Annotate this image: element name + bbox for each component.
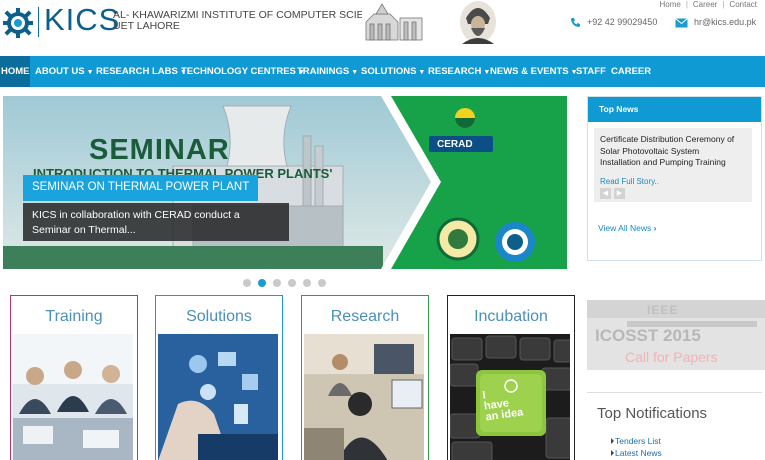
news-title-line3: Installation and Pumping Training (600, 157, 726, 167)
nav-research[interactable]: RESEARCH ▼ (428, 56, 490, 87)
news-item: Certificate Distribution Ceremony of Sol… (594, 128, 752, 202)
arrow-right-icon: ▶ (616, 190, 623, 197)
news-title-line1: Certificate Distribution Ceremony of (600, 134, 735, 144)
research-photo (304, 334, 424, 460)
phone-contact: +92 42 99029450 (570, 17, 657, 28)
solutions-card-image (158, 334, 278, 460)
nav-about-us[interactable]: ABOUT US ▼ (35, 56, 94, 87)
incubation-card[interactable]: Incubation I have an idea (447, 295, 575, 460)
research-card[interactable]: Research (301, 295, 429, 460)
banner-heading: SEMINAR (89, 134, 230, 166)
institute-name: AL- KHAWARIZMI INSTITUTE OF COMPUTER SCI… (113, 10, 386, 32)
chevron-down-icon: ▼ (86, 69, 94, 76)
research-card-title: Research (330, 308, 400, 325)
top-news-panel: Top News Certificate Distribution Ceremo… (587, 96, 762, 261)
tenders-list-link[interactable]: Tenders List (611, 436, 661, 446)
logo-divider (38, 7, 39, 37)
caption-text-line2: Seminar on Thermal... (32, 224, 136, 236)
top-notifications-heading: Top Notifications (597, 405, 708, 422)
nav-home-label: HOME (1, 66, 30, 77)
slider-dot[interactable] (318, 279, 326, 287)
incubation-card-title: Incubation (474, 308, 548, 325)
icosst-banner[interactable]: IEEE ICOSST 2015 Call for Papers (587, 300, 765, 370)
utility-links: Home | Career | Contact (659, 0, 757, 9)
phone-icon (570, 18, 580, 28)
nav-research-labs-label: RESEARCH LABS (96, 66, 178, 77)
nav-solutions-label: SOLUTIONS (361, 66, 417, 77)
incubation-card-image: I have an idea (450, 334, 570, 460)
arrow-left-icon: ◀ (602, 190, 609, 197)
site-logo-text[interactable]: KICS (44, 2, 120, 38)
view-all-news-label: View All News (598, 223, 652, 233)
top-news-heading: Top News (588, 97, 761, 122)
envelope-icon (675, 17, 688, 28)
icosst-event-title: ICOSST 2015 (595, 326, 701, 345)
email-address[interactable]: hr@kics.edu.pk (694, 17, 756, 27)
nav-technology-centres[interactable]: TECHNOLOGY CENTRES ▼ (181, 56, 305, 87)
chevron-right-icon: › (653, 223, 657, 233)
solutions-card-title: Solutions (186, 308, 252, 325)
research-card-image (304, 334, 424, 460)
caption-text-line1: KICS in collaboration with CERAD conduct… (32, 209, 240, 221)
utility-link-contact[interactable]: Contact (729, 0, 757, 9)
latest-news-link[interactable]: Latest News (611, 448, 662, 458)
site-header: KICS AL- KHAWARIZMI INSTITUTE OF COMPUTE… (0, 0, 765, 56)
top-notifications-panel: Top Notifications Tenders List Latest Ne… (587, 392, 762, 460)
slider-dot[interactable] (303, 279, 311, 287)
main-navigation: HOME ABOUT US ▼ RESEARCH LABS ▼ TECHNOLOGY… (0, 56, 765, 87)
utility-link-home[interactable]: Home (659, 0, 680, 9)
caption-title-box: SEMINAR ON THERMAL POWER PLANT (23, 175, 258, 201)
partner-logo-text: CERAD (437, 139, 473, 150)
training-card[interactable]: Training (10, 295, 138, 460)
nav-career[interactable]: CAREER (611, 56, 651, 87)
nav-career-label: CAREER (611, 66, 652, 77)
slider-dot[interactable] (243, 279, 251, 287)
nav-about-us-label: ABOUT US (35, 66, 85, 77)
nav-research-label: RESEARCH (428, 66, 482, 77)
slider-dot[interactable] (288, 279, 296, 287)
institute-name-line2: UET LAHORE (113, 20, 180, 32)
nav-solutions[interactable]: SOLUTIONS ▼ (361, 56, 425, 87)
next-news-button[interactable]: ▶ (614, 188, 625, 199)
slider-dot[interactable] (273, 279, 281, 287)
solutions-card[interactable]: Solutions (155, 295, 283, 460)
nav-research-labs[interactable]: RESEARCH LABS ▼ (96, 56, 187, 87)
nav-home[interactable]: HOME (0, 56, 30, 87)
nav-trainings-label: TRAININGS (297, 66, 350, 77)
kics-gear-logo-icon[interactable] (2, 6, 34, 40)
utility-link-career[interactable]: Career (693, 0, 717, 9)
view-all-news-link[interactable]: View All News › (598, 223, 656, 233)
chevron-down-icon: ▼ (418, 69, 426, 76)
read-full-story-link[interactable]: Read Full Story.. (600, 177, 659, 186)
idea-key-label: I have an idea (482, 386, 524, 423)
call-for-papers: Call for Papers (625, 349, 718, 365)
nav-staff-label: STAFF (576, 66, 606, 77)
prev-news-button[interactable]: ◀ (600, 188, 611, 199)
chevron-down-icon: ▼ (351, 69, 359, 76)
training-card-image (13, 334, 133, 460)
nav-news-events[interactable]: NEWS & EVENTS ▼ (490, 56, 578, 87)
solutions-photo (158, 334, 278, 460)
training-photo (13, 334, 133, 460)
ieee-logo-text: IEEE (647, 303, 679, 317)
nav-technology-centres-label: TECHNOLOGY CENTRES (181, 66, 296, 77)
nav-news-events-label: NEWS & EVENTS (490, 66, 569, 77)
news-item-title[interactable]: Certificate Distribution Ceremony of Sol… (600, 134, 750, 169)
caption-title: SEMINAR ON THERMAL POWER PLANT (32, 181, 250, 193)
caption-text-box[interactable]: KICS in collaboration with CERAD conduct… (23, 203, 289, 241)
training-card-title: Training (45, 308, 103, 325)
nav-staff[interactable]: STAFF (576, 56, 606, 87)
email-contact: hr@kics.edu.pk (675, 17, 756, 28)
news-title-line2: Solar Photovoltaic System (600, 145, 700, 156)
nav-trainings[interactable]: TRAININGS ▼ (297, 56, 358, 87)
heritage-illustration (362, 0, 510, 44)
hero-slider[interactable]: CERAD SEMINAR INTRODUCTION TO THERMAL PO… (3, 96, 567, 269)
phone-number: +92 42 99029450 (587, 17, 658, 27)
slider-dot-active[interactable] (258, 279, 266, 287)
